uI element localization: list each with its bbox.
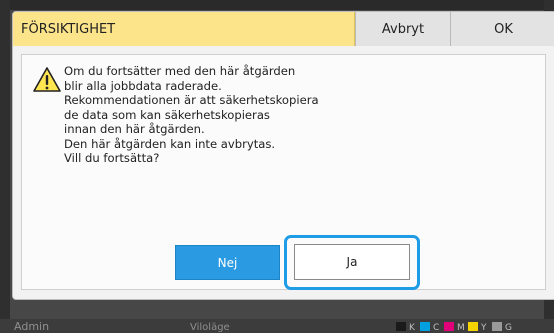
ink-y-label: Y bbox=[481, 323, 487, 333]
message-line: Vill du fortsätta? bbox=[64, 151, 160, 165]
ink-g-label: G bbox=[505, 323, 512, 333]
dialog-titlebar: FÖRSIKTIGHET Avbryt OK bbox=[13, 12, 554, 46]
message-line: Om du fortsätter med den här åtgärden bbox=[64, 64, 296, 78]
yes-button-focus-ring: Ja bbox=[284, 235, 420, 290]
yes-button[interactable]: Ja bbox=[294, 244, 410, 280]
cancel-button[interactable]: Avbryt bbox=[355, 12, 450, 46]
no-button[interactable]: Nej bbox=[175, 245, 280, 280]
warning-triangle-icon bbox=[33, 67, 61, 92]
ink-k-label: K bbox=[409, 323, 415, 333]
message-line: de data som kan säkerhetskopieras bbox=[64, 107, 270, 122]
ink-c-label: C bbox=[433, 323, 440, 333]
message-line: Den här åtgärden kan inte avbrytas. bbox=[64, 136, 276, 151]
caution-dialog: FÖRSIKTIGHET Avbryt OK Om du fortsätter … bbox=[12, 11, 554, 300]
ink-g-icon bbox=[492, 322, 502, 331]
dialog-title: FÖRSIKTIGHET bbox=[13, 12, 355, 46]
message-area: Om du fortsätter med den här åtgärden bl… bbox=[21, 54, 546, 290]
status-bar: Admin Viloläge K C M Y G bbox=[0, 319, 554, 333]
background-left-edge bbox=[0, 0, 10, 333]
ink-y-icon bbox=[468, 322, 478, 331]
ink-c-icon bbox=[420, 322, 430, 331]
status-user: Admin bbox=[14, 320, 50, 333]
message-line: innan den här åtgärden. bbox=[64, 122, 205, 136]
background-top-bar bbox=[0, 0, 554, 10]
warning-message: Om du fortsätter med den här åtgärden bl… bbox=[64, 64, 484, 166]
ink-m-label: M bbox=[457, 323, 465, 333]
message-line: Rekommendationen är att säkerhetskopiera bbox=[64, 93, 319, 107]
status-mode: Viloläge bbox=[190, 322, 230, 333]
ink-m-icon bbox=[444, 322, 454, 331]
ok-button[interactable]: OK bbox=[450, 12, 554, 46]
ink-k-icon bbox=[396, 322, 406, 331]
message-line: blir alla jobbdata raderade. bbox=[64, 78, 222, 93]
